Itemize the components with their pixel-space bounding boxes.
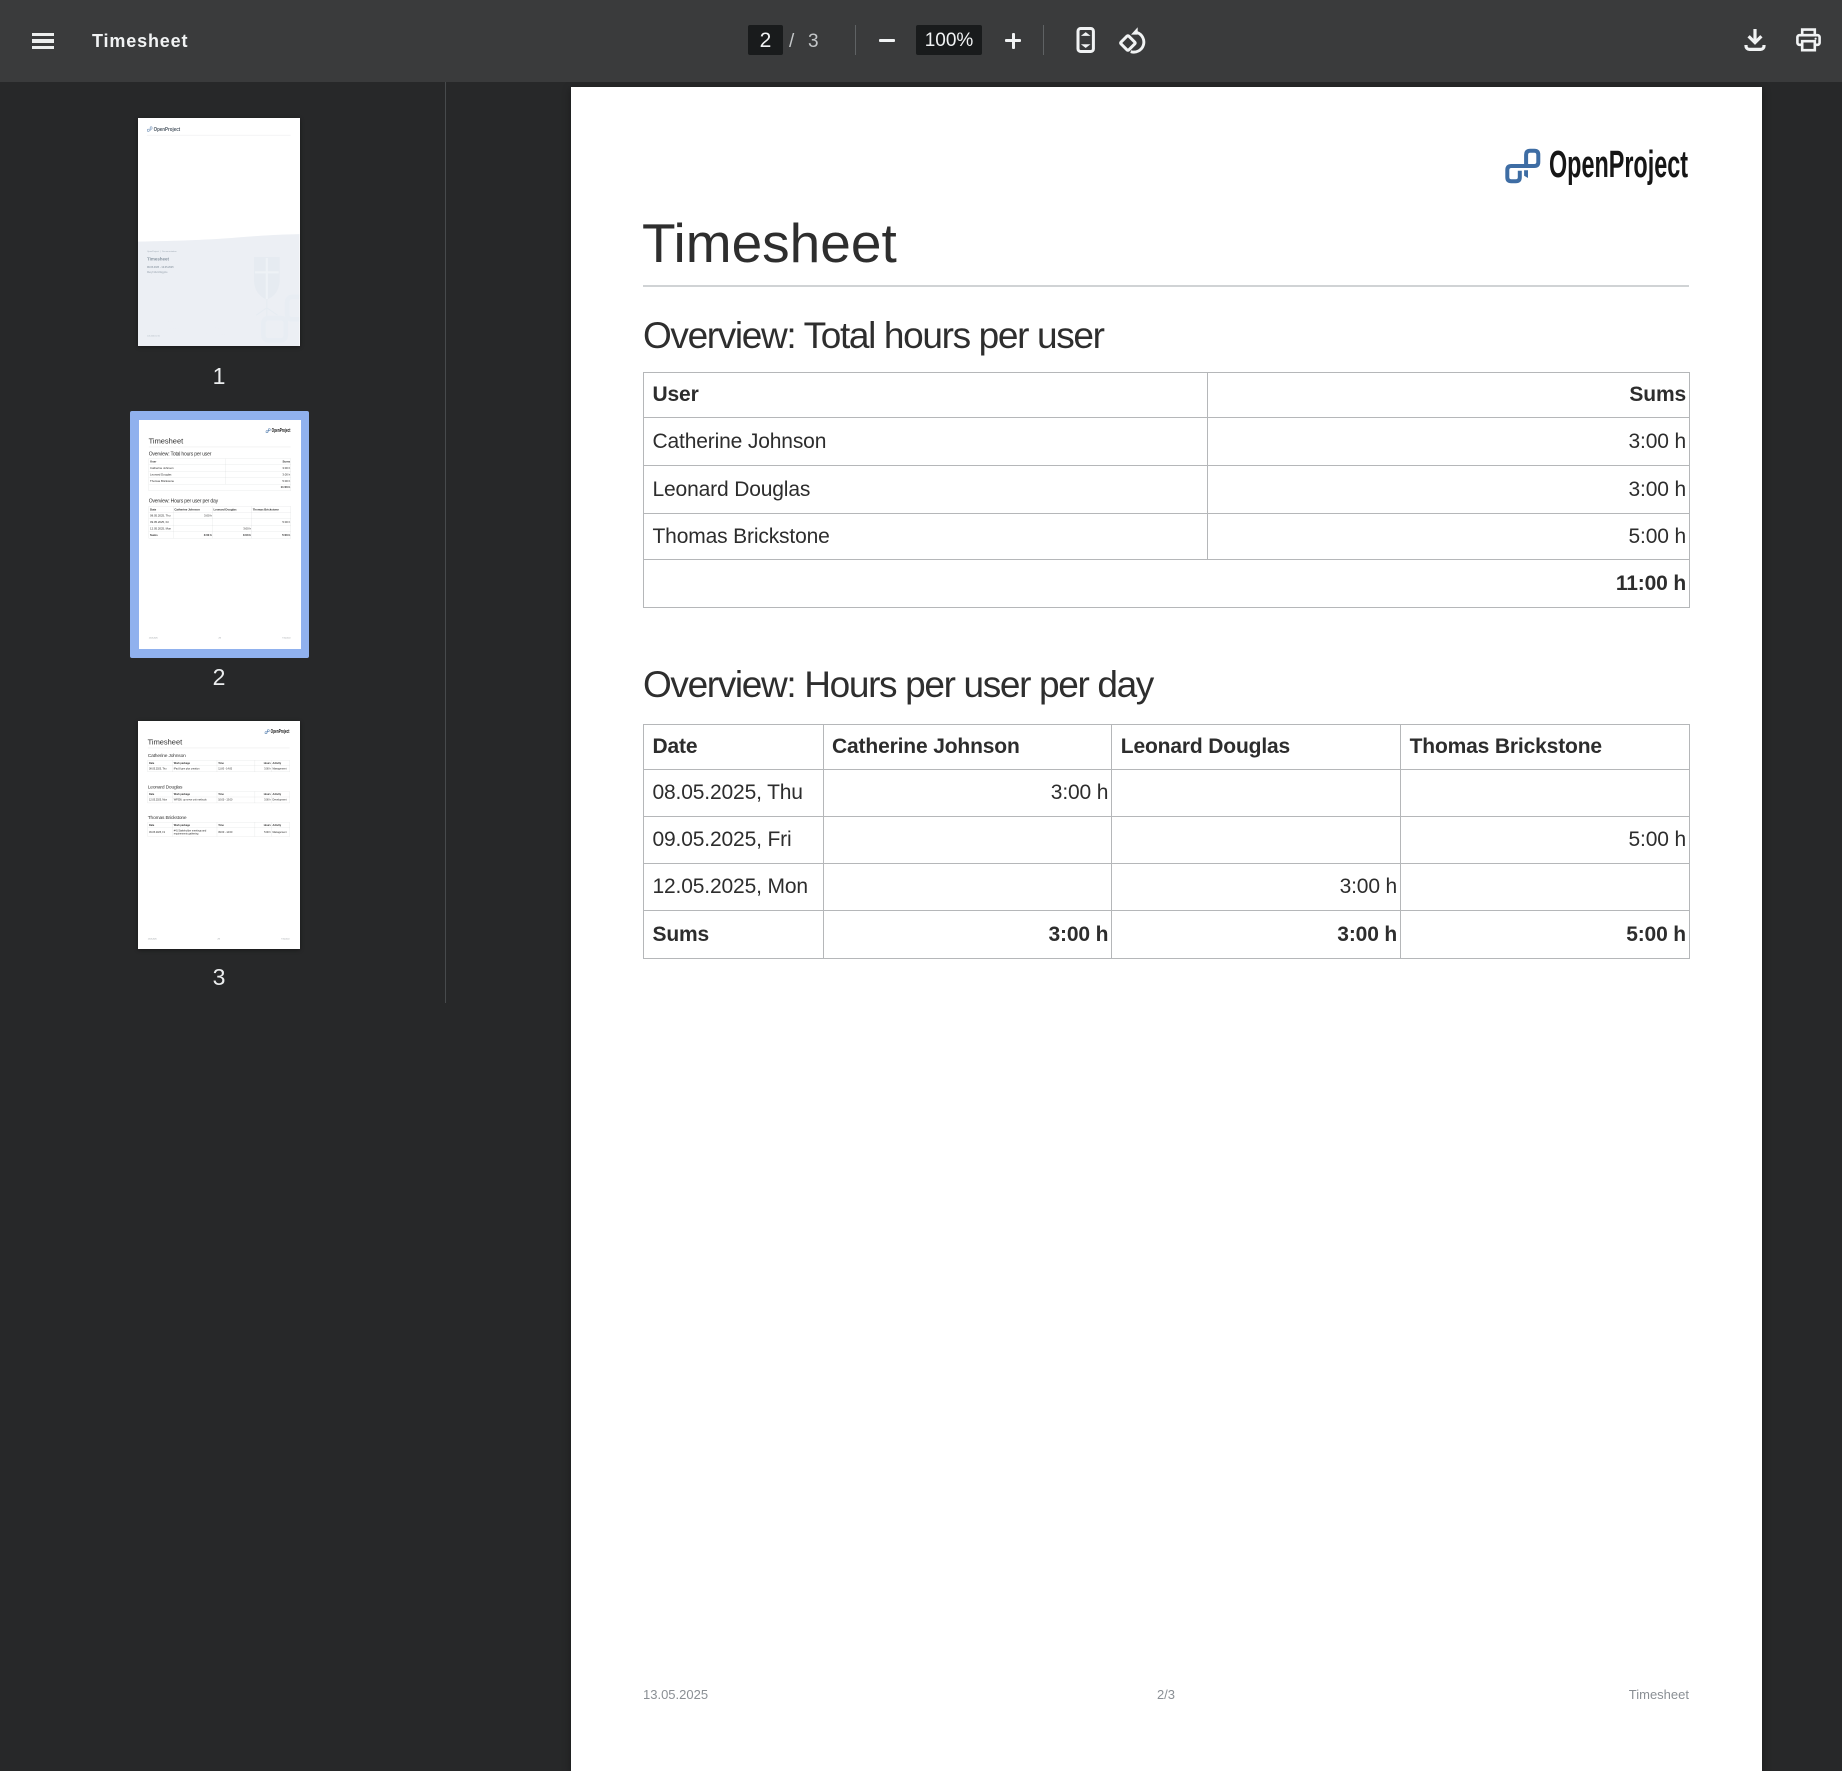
svg-text:OpenProject: OpenProject <box>271 729 290 734</box>
svg-text:OpenProject: OpenProject <box>1549 144 1688 186</box>
svg-text:OpenProject: OpenProject <box>272 428 291 433</box>
